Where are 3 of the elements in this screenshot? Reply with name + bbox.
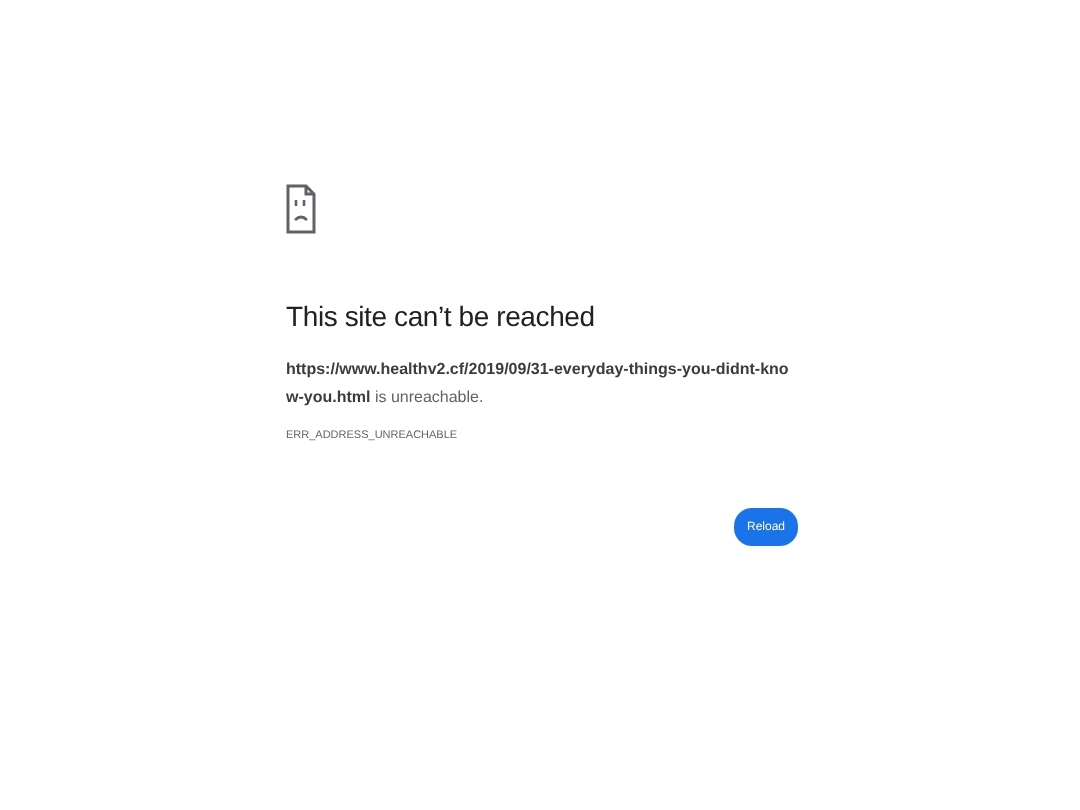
sad-page-icon [286, 184, 316, 234]
error-title: This site can’t be reached [286, 300, 597, 332]
error-message: https://www.healthv2.cf/2019/09/31-everyday-things-you-didnt-know-you.html is unreachable. [286, 358, 791, 410]
